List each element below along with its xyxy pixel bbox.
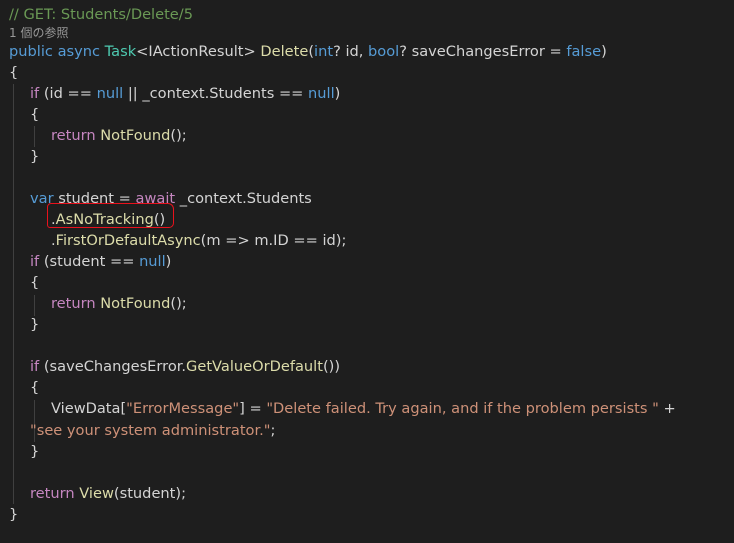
red-annotation-box xyxy=(47,203,174,228)
code-line-15: } xyxy=(30,314,39,335)
code-line-4: if (id == null || _context.Students == n… xyxy=(30,83,340,104)
code-token: (id == xyxy=(39,85,97,102)
code-token: if xyxy=(30,85,40,102)
code-token: || _context.Students == xyxy=(123,85,309,102)
code-token: (student); xyxy=(113,485,186,502)
indent-guide xyxy=(34,295,35,316)
code-line-17: if (saveChangesError.GetValueOrDefault()… xyxy=(30,356,340,377)
code-token: ] = xyxy=(239,400,267,417)
code-editor[interactable]: // GET: Students/Delete/5 1 個の参照 public … xyxy=(0,0,734,543)
code-token: return xyxy=(51,127,96,144)
code-token: ViewData[ xyxy=(51,400,127,417)
code-line-23: return View(student); xyxy=(30,483,186,504)
code-token: (student == xyxy=(39,253,140,270)
code-token: ) xyxy=(601,43,607,60)
code-token: ()) xyxy=(322,358,341,375)
code-token: ? saveChangesError = xyxy=(399,43,567,60)
code-token: if xyxy=(30,253,40,270)
code-line-13: { xyxy=(30,272,39,293)
codelens-reference-count[interactable]: 1 個の参照 xyxy=(9,25,68,41)
code-line-18: { xyxy=(30,377,39,398)
code-token: null xyxy=(139,253,166,270)
code-token: { xyxy=(30,106,40,123)
code-token: (); xyxy=(170,127,187,144)
code-line-7: } xyxy=(30,146,39,167)
code-token: } xyxy=(30,148,40,165)
code-token: null xyxy=(96,85,124,102)
code-token: { xyxy=(9,64,19,81)
code-line-14: return NotFound(); xyxy=(51,293,187,314)
indent-guide xyxy=(13,84,14,504)
code-line-24: } xyxy=(9,504,18,525)
code-token: } xyxy=(9,506,19,523)
code-token: { xyxy=(30,379,40,396)
code-token: <IActionResult> xyxy=(136,43,261,60)
code-line-3: { xyxy=(9,62,18,83)
code-token: FirstOrDefaultAsync xyxy=(55,232,201,249)
code-token: ? id, xyxy=(333,43,369,60)
code-token: } xyxy=(30,443,40,460)
code-line-6: return NotFound(); xyxy=(51,125,187,146)
code-token: + xyxy=(658,400,676,417)
code-token: public xyxy=(9,43,53,60)
code-token: GetValueOrDefault xyxy=(186,358,323,375)
code-token: (saveChangesError. xyxy=(39,358,187,375)
code-token: { xyxy=(30,274,40,291)
code-token: null xyxy=(308,85,335,102)
code-token: ; xyxy=(270,422,276,439)
code-token: "Delete failed. Try again, and if the pr… xyxy=(266,400,659,417)
code-token: Delete xyxy=(260,43,309,60)
code-token: "ErrorMessage" xyxy=(126,400,240,417)
code-token: NotFound xyxy=(100,127,171,144)
code-token: ) xyxy=(165,253,172,270)
code-line-1: // GET: Students/Delete/5 xyxy=(9,4,193,25)
code-token: if xyxy=(30,358,40,375)
code-token: _context.Students xyxy=(175,190,312,207)
code-token: "see your system administrator." xyxy=(30,422,271,439)
code-token: } xyxy=(30,316,40,333)
code-line-19: ViewData["ErrorMessage"] = "Delete faile… xyxy=(51,398,676,419)
code-token: NotFound xyxy=(100,295,171,312)
indent-guide xyxy=(34,126,35,147)
code-token: // GET: Students/Delete/5 xyxy=(9,6,193,23)
code-token: int xyxy=(314,43,334,60)
code-line-5: { xyxy=(30,104,39,125)
code-token: bool xyxy=(368,43,400,60)
code-token: View xyxy=(79,485,114,502)
code-line-2: public async Task<IActionResult> Delete(… xyxy=(9,41,607,62)
code-token: Task xyxy=(104,43,137,60)
code-line-20: "see your system administrator."; xyxy=(30,420,275,441)
code-token: async xyxy=(57,43,101,60)
code-line-11: .FirstOrDefaultAsync(m => m.ID == id); xyxy=(51,230,346,251)
code-line-21: } xyxy=(30,441,39,462)
code-token: return xyxy=(51,295,96,312)
code-token: return xyxy=(30,485,75,502)
code-token: (m => m.ID == id); xyxy=(200,232,347,249)
code-token: ) xyxy=(334,85,341,102)
code-token: false xyxy=(566,43,602,60)
code-token: (); xyxy=(170,295,187,312)
code-line-12: if (student == null) xyxy=(30,251,171,272)
